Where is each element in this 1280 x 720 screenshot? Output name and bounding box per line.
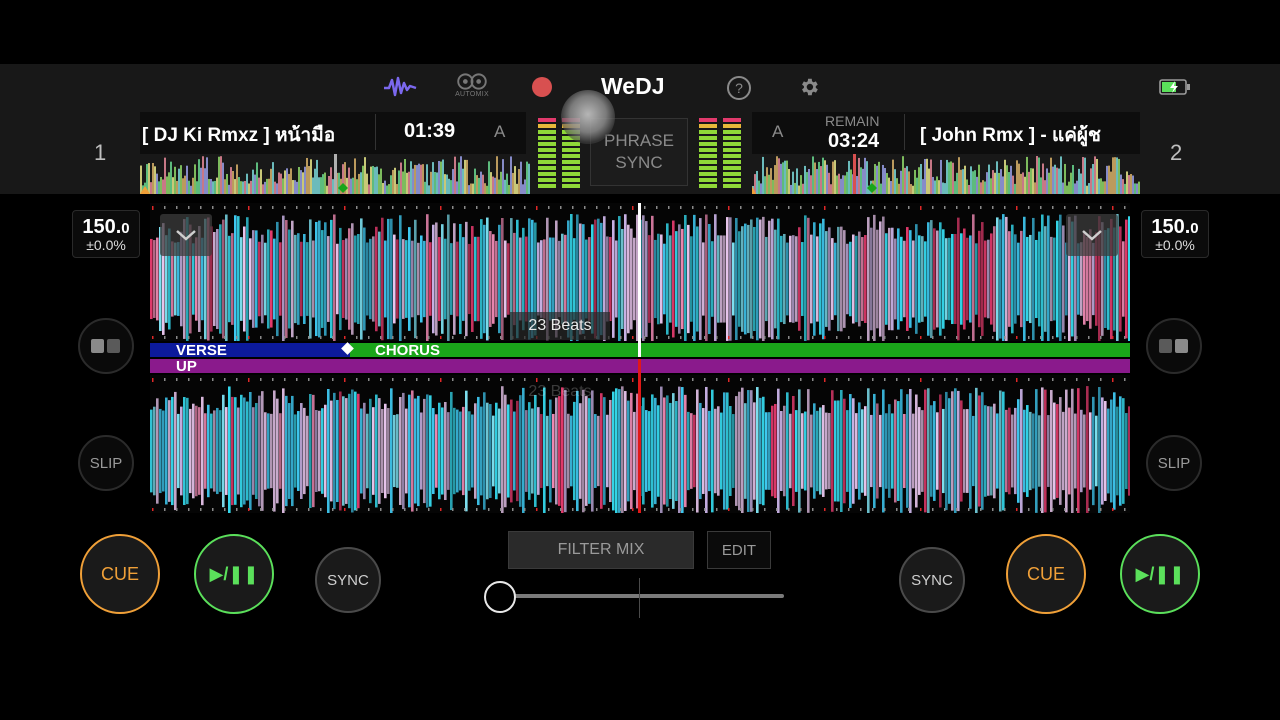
deck2-number: 2 [1170, 140, 1183, 165]
deck2-cue-button[interactable]: CUE [1006, 534, 1086, 614]
phrase-sync-line2: SYNC [615, 153, 663, 172]
deck2-pad-mode-button[interactable] [1146, 318, 1202, 374]
phrase-sync-line1: PHRASE [604, 131, 674, 150]
deck2-level-meter [699, 118, 741, 188]
deck1-time: 01:39 [404, 120, 456, 142]
deck1-collapse-button[interactable] [160, 214, 212, 256]
deck2-track-title[interactable]: [ John Rmx ] - แค่ผู้ช [920, 120, 1126, 150]
deck1-sync-button[interactable]: SYNC [315, 547, 381, 613]
automix-label: AUTOMIX [455, 91, 489, 98]
crossfader-handle[interactable] [484, 581, 516, 613]
deck2-sync-button[interactable]: SYNC [899, 547, 965, 613]
deck1-track-title[interactable]: [ DJ Ki Rmxz ] หน้ามือ [142, 120, 354, 150]
up-label: UP [176, 358, 197, 375]
deck2-time: 03:24 [828, 130, 880, 152]
deck1-bpm-display[interactable]: 150.0 ±0.0% [72, 210, 140, 258]
deck1-cue-button[interactable]: CUE [80, 534, 160, 614]
pad-icon [91, 339, 120, 353]
divider [375, 114, 376, 150]
automix-button[interactable]: AUTOMIX [452, 72, 492, 98]
chevron-down-icon [1082, 230, 1102, 241]
deck2-pitch: ±0.0% [1155, 237, 1195, 253]
waveform-icon[interactable] [382, 74, 418, 100]
deck1-slip-button[interactable]: SLIP [78, 435, 134, 491]
pad-icon [1159, 339, 1188, 353]
automix-icon [457, 73, 487, 90]
deck2-remain-label: REMAIN [825, 113, 880, 129]
record-button[interactable] [532, 77, 552, 97]
deck2-key: A [772, 122, 784, 141]
edit-button[interactable]: EDIT [707, 531, 771, 569]
deck1-overview-waveform[interactable] [140, 154, 530, 194]
deck2-play-pause-button[interactable]: ▶/❚❚ [1120, 534, 1200, 614]
deck2-slip-button[interactable]: SLIP [1146, 435, 1202, 491]
deck1-beats-label: 23 Beats [510, 312, 610, 340]
touch-indicator [561, 90, 615, 144]
deck1-pad-mode-button[interactable] [78, 318, 134, 374]
deck1-key: A [494, 122, 506, 141]
deck2-beats-label: 23 Beats [528, 383, 592, 400]
deck1-number: 1 [94, 140, 107, 165]
app-logo: WeDJ [601, 73, 665, 99]
deck1-play-pause-button[interactable]: ▶/❚❚ [194, 534, 274, 614]
chevron-down-icon [176, 230, 196, 241]
divider [904, 114, 905, 150]
filter-mix-button[interactable]: FILTER MIX [508, 531, 694, 569]
deck1-playhead [638, 203, 641, 357]
crossfader-track[interactable] [500, 594, 784, 598]
gear-icon[interactable] [797, 74, 821, 100]
help-icon[interactable]: ? [727, 76, 751, 100]
crossfader-center-mark [639, 578, 640, 618]
deck2-collapse-button[interactable] [1066, 214, 1118, 256]
deck2-bpm-display[interactable]: 150.0 ±0.0% [1141, 210, 1209, 258]
deck1-pitch: ±0.0% [86, 237, 126, 253]
deck2-overview-waveform[interactable] [752, 154, 1140, 194]
verse-label: VERSE [176, 342, 227, 359]
battery-charging-icon [1158, 74, 1192, 100]
deck2-playhead [638, 359, 641, 513]
chorus-label: CHORUS [375, 342, 441, 359]
